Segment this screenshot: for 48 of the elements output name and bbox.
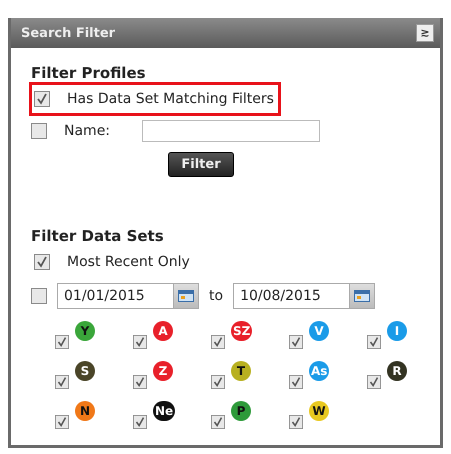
line-badge: I xyxy=(387,321,407,341)
checkbox[interactable] xyxy=(289,375,303,389)
calendar-button[interactable] xyxy=(349,284,374,308)
checkbox[interactable] xyxy=(367,335,381,349)
checkbox[interactable] xyxy=(367,375,381,389)
section-heading: Filter Profiles xyxy=(31,64,147,82)
checkbox[interactable] xyxy=(133,415,147,429)
line-badge: Y xyxy=(75,321,95,341)
checkbox-label: Has Data Set Matching Filters xyxy=(67,91,274,107)
checkbox[interactable] xyxy=(211,375,225,389)
checkbox[interactable] xyxy=(55,335,69,349)
filter-button[interactable]: Filter xyxy=(168,152,234,177)
range-separator: to xyxy=(209,288,224,304)
checkbox[interactable] xyxy=(31,123,47,139)
checkbox-label: Most Recent Only xyxy=(67,254,190,270)
checkbox[interactable] xyxy=(289,335,303,349)
line-badge: As xyxy=(309,361,330,381)
line-badge: Ne xyxy=(153,401,176,421)
line-badge: R xyxy=(387,361,407,381)
checkbox[interactable] xyxy=(211,335,225,349)
date-field[interactable]: 10/08/2015 xyxy=(233,283,376,309)
checkbox[interactable] xyxy=(289,415,303,429)
calendar-icon xyxy=(354,290,370,302)
checkbox[interactable] xyxy=(55,375,69,389)
checkbox[interactable] xyxy=(34,254,50,270)
line-badge: S xyxy=(75,361,95,381)
checkbox[interactable] xyxy=(34,91,50,107)
line-badge: N xyxy=(75,401,95,421)
checkbox[interactable] xyxy=(133,375,147,389)
checkbox[interactable] xyxy=(55,415,69,429)
calendar-button[interactable] xyxy=(173,284,198,308)
line-badge: T xyxy=(231,361,251,381)
line-badge: W xyxy=(309,401,329,421)
calendar-icon xyxy=(178,290,194,302)
line-badge: P xyxy=(231,401,251,421)
line-badge: V xyxy=(309,321,329,341)
checkbox[interactable] xyxy=(31,288,47,304)
field-label: Name: xyxy=(64,123,112,139)
panel-title: Search Filter xyxy=(21,26,116,40)
name-field[interactable] xyxy=(142,120,320,142)
line-badge: A xyxy=(153,321,173,341)
line-badge: SZ xyxy=(231,321,252,341)
date-field[interactable]: 01/01/2015 xyxy=(57,283,199,309)
checkbox[interactable] xyxy=(211,415,225,429)
collapse-button[interactable]: ≳ xyxy=(416,24,434,42)
checkbox[interactable] xyxy=(133,335,147,349)
section-heading: Filter Data Sets xyxy=(31,227,165,245)
line-badge: Z xyxy=(153,361,173,381)
